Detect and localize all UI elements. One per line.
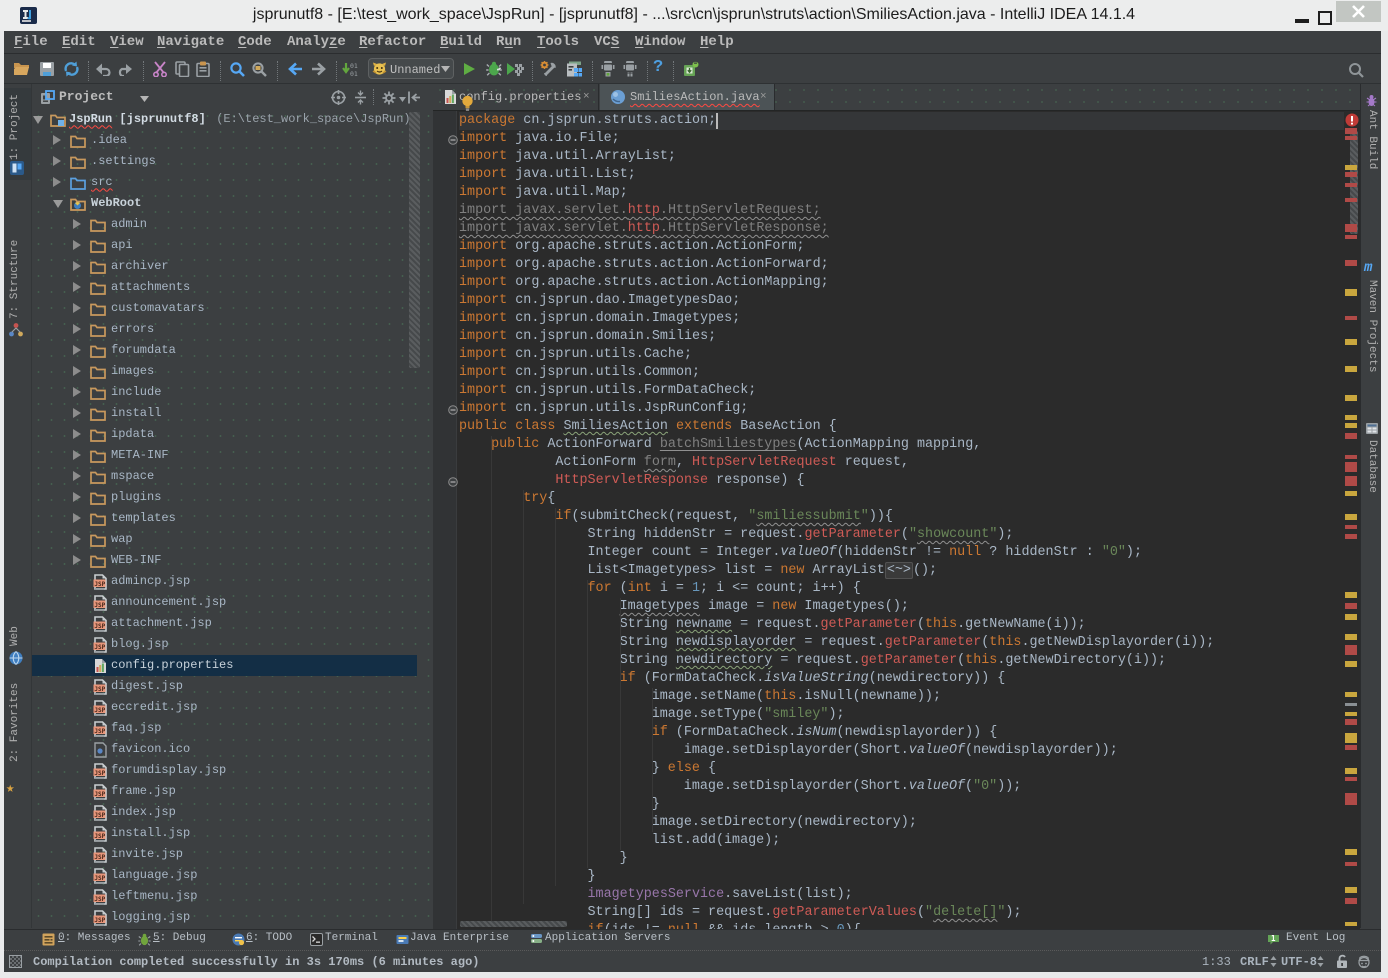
svg-text:JSP: JSP <box>94 769 105 776</box>
svg-text:JSP: JSP <box>94 853 105 860</box>
svg-text:JSP: JSP <box>94 706 105 713</box>
svg-text:JSP: JSP <box>94 643 105 650</box>
svg-text:JSP: JSP <box>94 916 105 923</box>
svg-text:01: 01 <box>350 62 358 70</box>
svg-text:JSP: JSP <box>94 622 105 629</box>
svg-text:JSP: JSP <box>94 895 105 902</box>
svg-text:JSP: JSP <box>94 832 105 839</box>
svg-text:JSP: JSP <box>94 727 105 734</box>
svg-text:JSP: JSP <box>94 790 105 797</box>
svg-text:1: 1 <box>1271 934 1276 943</box>
svg-text:JSP: JSP <box>94 685 105 692</box>
svg-text:JSP: JSP <box>94 874 105 881</box>
svg-text:01: 01 <box>350 70 358 77</box>
svg-text:JSP: JSP <box>94 811 105 818</box>
svg-text:JSP: JSP <box>94 601 105 608</box>
svg-text:JSP: JSP <box>94 580 105 587</box>
